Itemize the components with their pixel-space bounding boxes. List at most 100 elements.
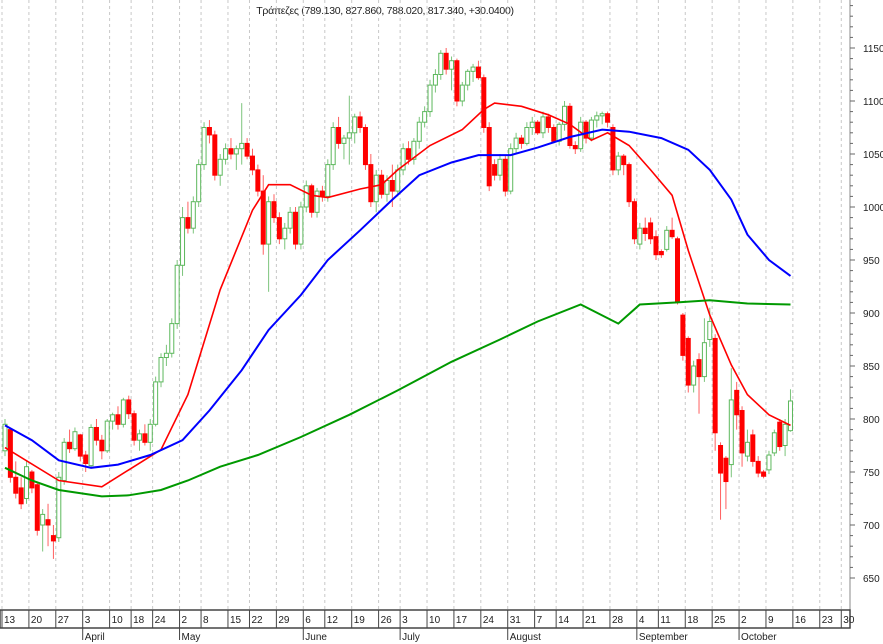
candle-body: [13, 476, 19, 494]
candle-body: [691, 365, 697, 386]
candle: [50, 525, 56, 559]
candle: [449, 56, 455, 91]
candle: [777, 419, 783, 451]
candle: [615, 151, 621, 176]
candle-body: [712, 337, 718, 434]
candle: [422, 106, 428, 128]
candle: [712, 334, 718, 451]
y-tick-label: 750: [863, 468, 880, 479]
candle: [411, 138, 417, 165]
candle-body: [110, 414, 116, 422]
candle-body: [680, 314, 686, 356]
candle-body: [631, 201, 637, 240]
candle-body: [93, 426, 99, 441]
x-tick-label: 7: [537, 615, 543, 626]
candle-body: [319, 190, 325, 197]
month-label: April: [85, 632, 105, 643]
candle-body: [196, 164, 202, 203]
candle: [551, 124, 557, 144]
candle-body: [432, 74, 438, 86]
candle: [470, 63, 476, 82]
x-tick-label: 8: [203, 615, 209, 626]
candle: [67, 429, 73, 453]
candle-body: [443, 52, 449, 70]
candle-body: [734, 389, 740, 416]
x-tick-label: 2: [741, 615, 747, 626]
candle: [631, 198, 637, 245]
candle-body: [750, 434, 756, 462]
candle-body: [357, 116, 363, 129]
candle-body: [626, 164, 632, 203]
candle: [99, 434, 105, 460]
x-tick-label: 21: [585, 615, 597, 626]
candle-body: [556, 123, 562, 142]
candle-body: [158, 357, 164, 383]
candle: [475, 60, 481, 80]
candle: [734, 381, 740, 430]
candle: [126, 395, 132, 419]
candle-body: [212, 134, 218, 176]
candle-body: [605, 113, 611, 123]
candle-body: [572, 145, 578, 150]
candle-body: [40, 513, 46, 526]
candle: [298, 201, 304, 250]
candle-body: [502, 158, 508, 192]
candle: [761, 469, 767, 479]
candle-body: [142, 433, 148, 443]
candle: [131, 410, 137, 446]
candle: [266, 196, 272, 292]
candle: [766, 450, 772, 475]
candle-body: [352, 116, 358, 134]
candle: [239, 103, 245, 165]
candle-body: [459, 84, 465, 102]
candle-body: [88, 426, 94, 467]
candle: [147, 419, 153, 451]
candle-body: [406, 148, 411, 160]
y-tick-label: 1000: [863, 203, 883, 214]
candle-body: [249, 155, 255, 171]
candle: [718, 442, 724, 520]
candle-body: [524, 127, 530, 144]
candle-body: [174, 264, 180, 325]
candle-body: [696, 359, 702, 378]
candle-body: [2, 423, 8, 452]
candle: [228, 138, 234, 160]
y-tick-label: 650: [863, 574, 880, 585]
candle-body: [787, 400, 793, 432]
candle: [685, 336, 691, 393]
candle-body: [276, 217, 282, 240]
candle: [675, 236, 680, 305]
candle-body: [309, 185, 315, 213]
candle-body: [744, 441, 750, 457]
candle-body: [282, 227, 288, 240]
candle-body: [83, 454, 89, 465]
candle-body: [782, 423, 788, 446]
x-tick-label: 9: [768, 615, 774, 626]
candle-body: [535, 121, 541, 134]
candle: [771, 429, 777, 457]
candle: [739, 406, 745, 467]
candle-body: [180, 217, 186, 266]
candle-body: [384, 180, 390, 195]
candle-body: [497, 158, 503, 176]
candle-body: [260, 190, 266, 245]
candle-body: [190, 201, 196, 229]
x-tick-label: 12: [327, 615, 339, 626]
x-tick-label: 28: [612, 615, 624, 626]
candle-body: [465, 70, 471, 86]
candle: [454, 58, 460, 107]
candle-body: [99, 439, 105, 452]
candle: [346, 95, 352, 165]
x-tick-label: 31: [510, 615, 522, 626]
candle-body: [45, 519, 51, 526]
x-tick-label: 25: [714, 615, 726, 626]
candle-body: [303, 185, 309, 208]
candle: [163, 344, 169, 366]
candle: [325, 159, 331, 202]
candle-body: [185, 217, 191, 229]
candle: [56, 472, 62, 542]
candle: [744, 429, 750, 462]
candle-body: [368, 164, 374, 203]
x-tick-label: 15: [230, 615, 242, 626]
candle: [233, 145, 239, 170]
